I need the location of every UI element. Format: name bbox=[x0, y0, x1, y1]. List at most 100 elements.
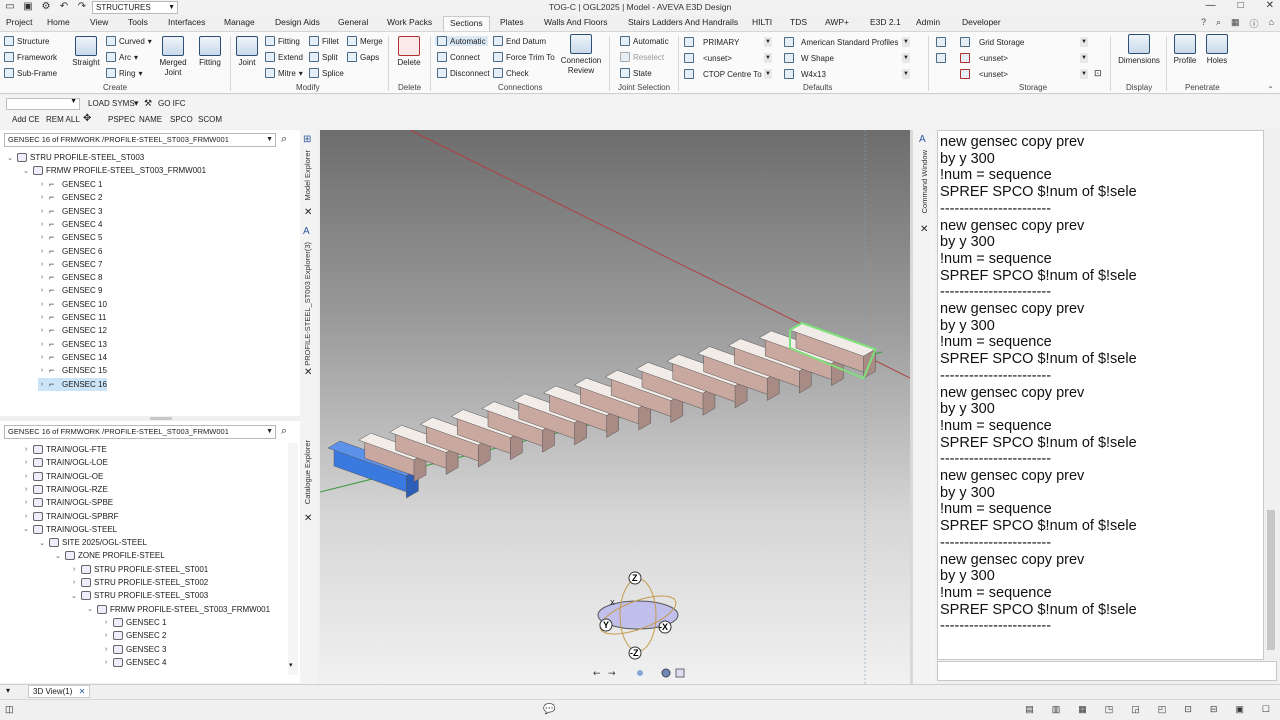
search-icon[interactable]: ⌕ bbox=[1216, 17, 1221, 30]
tab-project[interactable]: Project bbox=[6, 17, 32, 27]
spco-button[interactable]: SPCO bbox=[170, 115, 193, 124]
tree-node-stru[interactable]: › STRU PROFILE-STEEL_ST001 bbox=[70, 563, 208, 576]
tree-node-gensec[interactable]: › ⌐ GENSEC 11 bbox=[38, 311, 106, 324]
scom-button[interactable]: SCOM bbox=[198, 115, 222, 124]
close-icon[interactable]: ✕ bbox=[79, 687, 86, 696]
status-tool-icon[interactable]: ▦ bbox=[1078, 704, 1087, 715]
tree-node-gensec[interactable]: › GENSEC 3 bbox=[102, 643, 166, 656]
chevron-right-icon[interactable]: › bbox=[38, 354, 46, 361]
fillet-button[interactable]: Fillet bbox=[309, 36, 339, 46]
tree-node-stru[interactable]: ⌄ STRU PROFILE-STEEL_ST003 bbox=[6, 151, 144, 164]
tree-node-train[interactable]: › TRAIN/OGL-LOE bbox=[22, 456, 108, 469]
view-cube-gizmo[interactable]: Z -Z Y -X X bbox=[596, 571, 681, 660]
gaps-button[interactable]: Gaps bbox=[347, 52, 379, 62]
chevron-right-icon[interactable]: › bbox=[38, 234, 46, 241]
chevron-right-icon[interactable]: › bbox=[38, 314, 46, 321]
automatic-connect-button[interactable]: Automatic bbox=[435, 36, 488, 46]
chevron-down-icon[interactable]: ⌄ bbox=[86, 605, 94, 613]
name-button[interactable]: NAME bbox=[139, 115, 162, 124]
chevron-right-icon[interactable]: › bbox=[102, 646, 110, 653]
model-explorer-path[interactable]: GENSEC 16 of FRMWORK /PROFILE-STEEL_ST00… bbox=[4, 133, 276, 147]
status-tool-icon[interactable]: ▥ bbox=[1052, 704, 1061, 715]
ring-button[interactable]: Ring ▾ bbox=[106, 68, 142, 78]
chevron-down-icon[interactable]: ⌄ bbox=[70, 592, 78, 600]
justification-select[interactable]: CTOP Centre To ▼ bbox=[700, 68, 774, 80]
tab-interfaces[interactable]: Interfaces bbox=[168, 17, 205, 27]
tree-node-gensec[interactable]: › ⌐ GENSEC 9 bbox=[38, 284, 103, 297]
chevron-down-icon[interactable]: ⌄ bbox=[54, 552, 62, 560]
tab-sections[interactable]: Sections bbox=[443, 16, 490, 31]
extend-button[interactable]: Extend bbox=[265, 52, 303, 62]
arrow-right-icon[interactable]: → bbox=[608, 669, 616, 679]
chevron-right-icon[interactable]: › bbox=[38, 367, 46, 374]
chevron-right-icon[interactable]: › bbox=[70, 566, 78, 573]
tree-node-train[interactable]: ⌄ TRAIN/OGL-STEEL bbox=[22, 523, 117, 536]
status-tool-icon[interactable]: ◲ bbox=[1131, 704, 1140, 715]
spec-select[interactable]: <unset> ▼ bbox=[700, 52, 774, 64]
straight-button[interactable]: Straight bbox=[70, 36, 102, 68]
tab-profile-explorer[interactable]: PROFILE-STEEL_ST003 Explorer(3) bbox=[303, 242, 312, 366]
tree-node-stru[interactable]: › STRU PROFILE-STEEL_ST002 bbox=[70, 576, 208, 589]
delete-button[interactable]: Delete bbox=[394, 36, 424, 68]
command-input[interactable] bbox=[937, 661, 1277, 681]
chevron-right-icon[interactable]: › bbox=[38, 208, 46, 215]
arc-button[interactable]: Arc ▾ bbox=[106, 52, 138, 62]
status-tool-icon[interactable]: ☐ bbox=[1262, 704, 1270, 715]
tab-tools[interactable]: Tools bbox=[128, 17, 148, 27]
chevron-right-icon[interactable]: › bbox=[22, 499, 30, 506]
pick-icon[interactable] bbox=[936, 53, 946, 63]
tree-node-stru[interactable]: ⌄ STRU PROFILE-STEEL_ST003 bbox=[70, 589, 208, 602]
tree-node-gensec[interactable]: › GENSEC 1 bbox=[102, 616, 166, 629]
add-ce-button[interactable]: Add CE bbox=[12, 115, 40, 124]
primary-select[interactable]: PRIMARY ▼ bbox=[700, 36, 774, 48]
chevron-right-icon[interactable]: › bbox=[38, 261, 46, 268]
chevron-right-icon[interactable]: › bbox=[38, 301, 46, 308]
status-tool-icon[interactable]: ◳ bbox=[1105, 704, 1114, 715]
pspec-button[interactable]: PSPEC bbox=[108, 115, 135, 124]
dimensions-button[interactable]: Dimensions bbox=[1116, 34, 1162, 66]
tree-node-site[interactable]: ⌄ SITE 2025/OGL-STEEL bbox=[38, 536, 147, 549]
merged-joint-button[interactable]: Merged Joint bbox=[156, 36, 190, 78]
tab-manage[interactable]: Manage bbox=[224, 17, 255, 27]
status-tool-icon[interactable]: ▣ bbox=[1235, 704, 1244, 715]
tab-home[interactable]: Home bbox=[47, 17, 70, 27]
tab-stairs-ladders-handrails[interactable]: Stairs Ladders And Handrails bbox=[628, 17, 738, 27]
command-window[interactable]: new gensec copy prev by y 300 !num = seque… bbox=[937, 130, 1264, 660]
chevron-right-icon[interactable]: › bbox=[38, 274, 46, 281]
go-ifc-button[interactable]: GO IFC bbox=[158, 99, 186, 108]
tree-node-gensec[interactable]: › ⌐ GENSEC 8 bbox=[38, 271, 103, 284]
chevron-right-icon[interactable]: › bbox=[22, 473, 30, 480]
tab-plates[interactable]: Plates bbox=[500, 17, 524, 27]
tree-node-gensec[interactable]: › GENSEC 4 bbox=[102, 656, 166, 669]
tree-node-gensec[interactable]: › ⌐ GENSEC 6 bbox=[38, 245, 103, 258]
profile-button[interactable]: Profile bbox=[1170, 34, 1200, 66]
tree-node-frmw[interactable]: ⌄ FRMW PROFILE-STEEL_ST003_FRMW001 bbox=[22, 164, 206, 177]
structure-button[interactable]: Structure bbox=[4, 36, 49, 46]
tree-node-gensec[interactable]: › ⌐ GENSEC 1 bbox=[38, 178, 103, 191]
chevron-down-icon[interactable]: ⌄ bbox=[38, 539, 46, 547]
tab-work-packs[interactable]: Work Packs bbox=[387, 17, 432, 27]
connect-button[interactable]: Connect bbox=[437, 52, 480, 62]
fitting-big-button[interactable]: Fitting bbox=[194, 36, 226, 68]
storage-select-1[interactable]: <unset> ▼ bbox=[976, 52, 1090, 64]
status-tool-icon[interactable]: ◰ bbox=[1158, 704, 1167, 715]
chevron-right-icon[interactable]: › bbox=[22, 446, 30, 453]
joint-automatic-button[interactable]: Automatic bbox=[620, 36, 669, 46]
chevron-right-icon[interactable]: › bbox=[38, 381, 46, 388]
chevron-right-icon[interactable]: › bbox=[102, 632, 110, 639]
chevron-right-icon[interactable]: › bbox=[38, 194, 46, 201]
tiles-icon[interactable]: ▦ bbox=[1231, 17, 1240, 30]
arrow-left-icon[interactable]: ← bbox=[593, 669, 601, 679]
chat-icon[interactable]: 💬 bbox=[543, 704, 555, 715]
collapse-ribbon-icon[interactable]: ⌃ bbox=[1267, 85, 1274, 94]
joint-button[interactable]: Joint bbox=[234, 36, 260, 68]
3d-viewport[interactable]: Z -Z Y -X X ← → bbox=[320, 130, 910, 684]
chevron-right-icon[interactable]: › bbox=[70, 579, 78, 586]
tree-node-gensec[interactable]: › ⌐ GENSEC 16 bbox=[38, 377, 107, 391]
help-icon[interactable]: ? bbox=[1201, 17, 1206, 30]
command-scrollbar[interactable] bbox=[1265, 130, 1277, 660]
tree-node-train[interactable]: › TRAIN/OGL-SPBRF bbox=[22, 510, 118, 523]
chevron-right-icon[interactable]: › bbox=[22, 486, 30, 493]
home-icon[interactable]: ⌂ bbox=[1269, 17, 1274, 30]
chevron-down-icon[interactable]: ⌄ bbox=[22, 525, 30, 533]
